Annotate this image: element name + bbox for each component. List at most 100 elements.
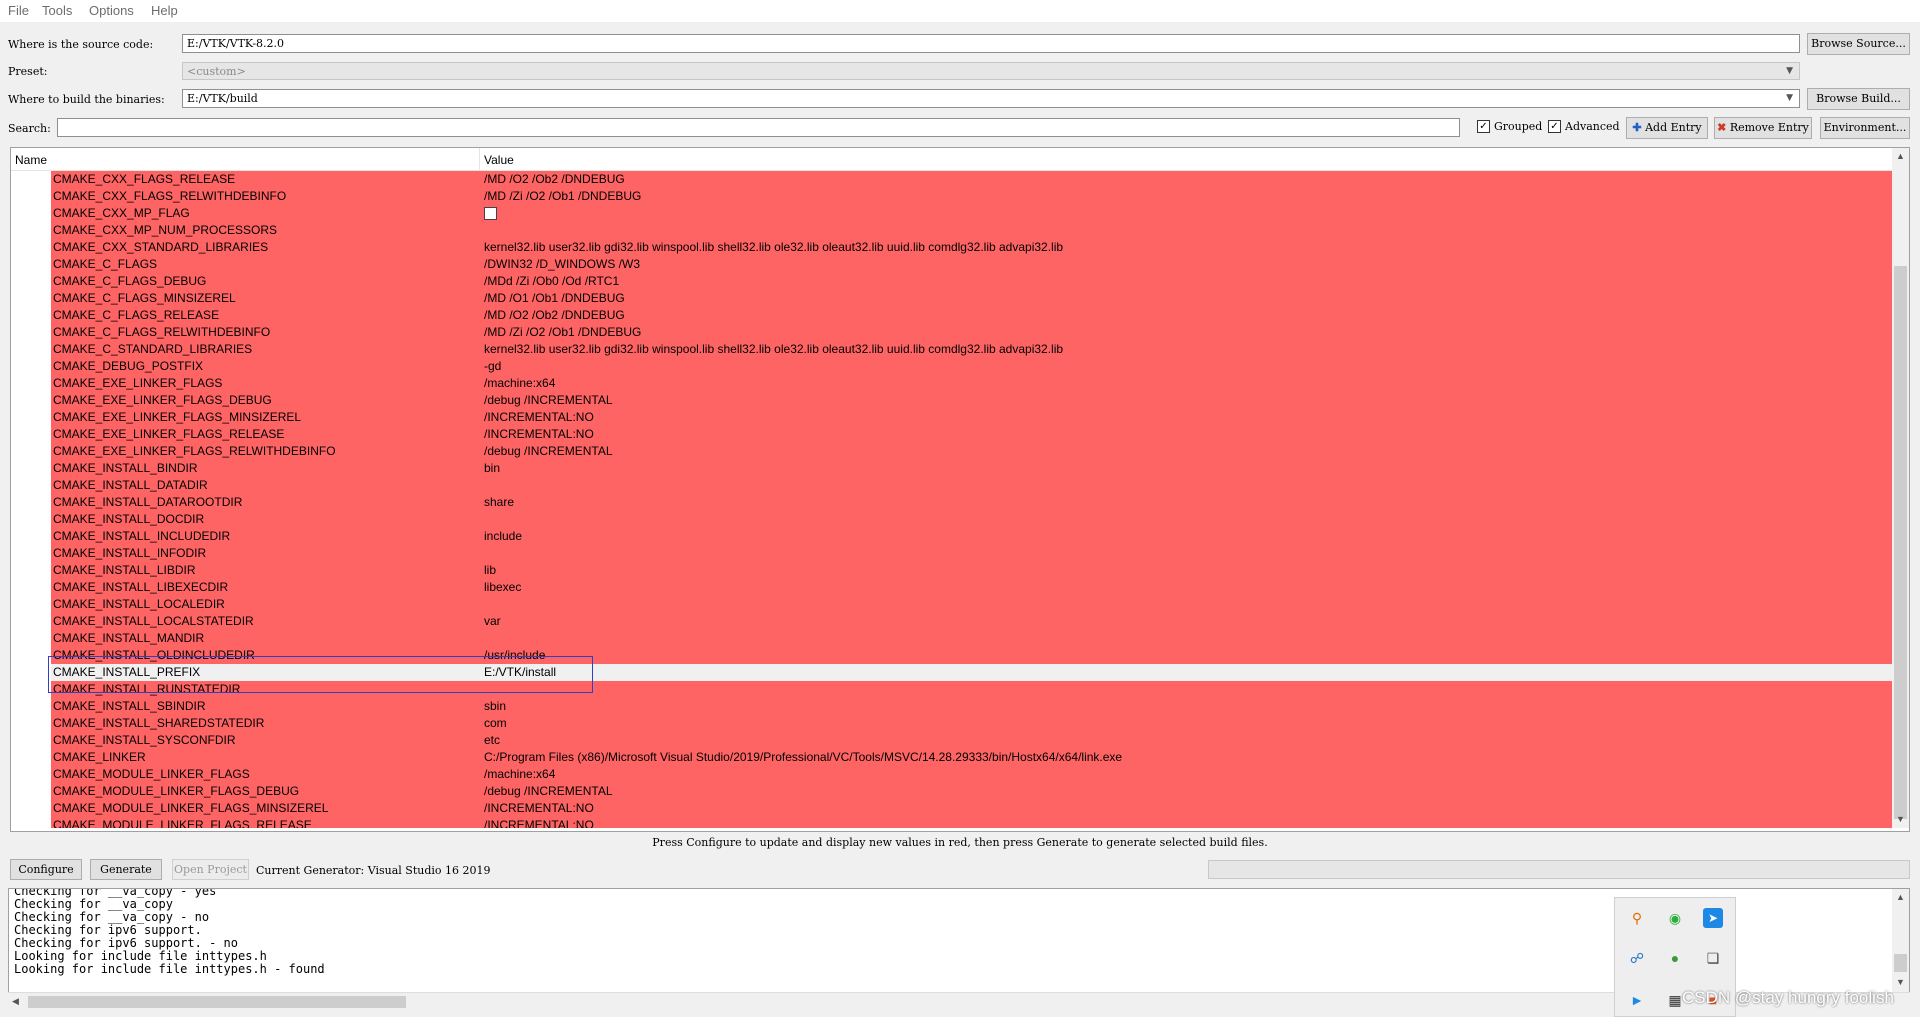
table-row[interactable]: CMAKE_C_STANDARD_LIBRARIES kernel32.lib u… xyxy=(11,341,1893,358)
table-row[interactable]: CMAKE_INSTALL_LIBEXECDIR libexec xyxy=(11,579,1893,596)
table-row[interactable]: CMAKE_C_FLAGS_RELWITHDEBINFO/MD /Zi /O2 … xyxy=(11,324,1893,341)
table-row[interactable]: CMAKE_INSTALL_LIBDIR lib xyxy=(11,562,1893,579)
table-row[interactable]: CMAKE_INSTALL_INCLUDEDIR include xyxy=(11,528,1893,545)
cache-entry-value[interactable]: /MD /Zi /O2 /Ob1 /DNDEBUG xyxy=(484,189,641,203)
table-row[interactable]: CMAKE_INSTALL_SYSCONFDIR etc xyxy=(11,732,1893,749)
cache-entry-value[interactable]: etc xyxy=(484,733,500,747)
cache-entry-value[interactable]: /INCREMENTAL:NO xyxy=(484,427,594,441)
table-row[interactable]: CMAKE_INSTALL_DOCDIR xyxy=(11,511,1893,528)
cache-entry-value[interactable]: var xyxy=(484,614,501,628)
output-vertical-scrollbar[interactable]: ▲ ▼ xyxy=(1892,889,1909,992)
scrollbar-thumb[interactable] xyxy=(28,996,406,1008)
cache-entry-value[interactable]: /MDd /Zi /Ob0 /Od /RTC1 xyxy=(484,274,619,288)
cache-entry-value[interactable]: /machine:x64 xyxy=(484,767,555,781)
cache-entry-value[interactable]: kernel32.lib user32.lib gdi32.lib winspo… xyxy=(484,342,1063,356)
cache-entry-value[interactable]: kernel32.lib user32.lib gdi32.lib winspo… xyxy=(484,240,1063,254)
scrollbar-thumb[interactable] xyxy=(1894,954,1907,972)
table-row[interactable]: CMAKE_INSTALL_DATAROOTDIR share xyxy=(11,494,1893,511)
table-row[interactable]: CMAKE_MODULE_LINKER_FLAGS_DEBUG/debug /I… xyxy=(11,783,1893,800)
column-header-value[interactable]: Value xyxy=(484,153,514,167)
environment-button[interactable]: Environment... xyxy=(1820,117,1910,139)
menu-tools[interactable]: Tools xyxy=(42,3,72,18)
cache-entry-value[interactable]: /MD /O1 /Ob1 /DNDEBUG xyxy=(484,291,625,305)
cache-entry-value[interactable]: lib xyxy=(484,563,496,577)
table-row[interactable]: CMAKE_MODULE_LINKER_FLAGS_MINSIZEREL/INC… xyxy=(11,800,1893,817)
table-row[interactable]: CMAKE_CXX_MP_NUM_PROCESSORS xyxy=(11,222,1893,239)
cache-entry-value[interactable]: /INCREMENTAL:NO xyxy=(484,818,594,828)
cache-entry-value[interactable]: /MD /Zi /O2 /Ob1 /DNDEBUG xyxy=(484,325,641,339)
table-row[interactable]: CMAKE_INSTALL_INFODIR xyxy=(11,545,1893,562)
table-row[interactable]: CMAKE_INSTALL_DATADIR xyxy=(11,477,1893,494)
vertical-scrollbar[interactable]: ▲ ▼ xyxy=(1892,148,1909,828)
search-icon[interactable]: ⚲ xyxy=(1627,908,1647,928)
table-row[interactable]: CMAKE_C_FLAGS_RELEASE/MD /O2 /Ob2 /DNDEB… xyxy=(11,307,1893,324)
cache-entry-value[interactable]: /debug /INCREMENTAL xyxy=(484,444,613,458)
table-row[interactable]: CMAKE_EXE_LINKER_FLAGS_MINSIZEREL/INCREM… xyxy=(11,409,1893,426)
scroll-left-icon[interactable]: ◀ xyxy=(12,996,19,1007)
table-row[interactable]: CMAKE_C_FLAGS/DWIN32 /D_WINDOWS /W3 xyxy=(11,256,1893,273)
add-entry-button[interactable]: ✚ Add Entry xyxy=(1626,117,1708,139)
column-header-name[interactable]: Name xyxy=(15,153,47,167)
source-path-field[interactable]: E:/VTK/VTK-8.2.0 xyxy=(182,34,1800,53)
advanced-checkbox[interactable]: ✓ Advanced xyxy=(1548,120,1620,133)
remove-entry-button[interactable]: ✖ Remove Entry xyxy=(1714,117,1812,139)
scrollbar-thumb[interactable] xyxy=(1894,266,1907,819)
scroll-down-icon[interactable]: ▼ xyxy=(1896,977,1905,987)
scroll-up-icon[interactable]: ▲ xyxy=(1896,892,1905,902)
cache-entry-value[interactable]: com xyxy=(484,716,507,730)
table-row[interactable]: CMAKE_INSTALL_MANDIR xyxy=(11,630,1893,647)
table-row[interactable]: CMAKE_INSTALL_SBINDIR sbin xyxy=(11,698,1893,715)
cache-entry-value[interactable]: share xyxy=(484,495,514,509)
table-row[interactable]: CMAKE_MODULE_LINKER_FLAGS_RELEASE/INCREM… xyxy=(11,817,1893,828)
cache-entry-value[interactable]: sbin xyxy=(484,699,506,713)
chevron-down-icon[interactable]: ▼ xyxy=(1786,93,1793,103)
table-row[interactable]: CMAKE_MODULE_LINKER_FLAGS/machine:x64 xyxy=(11,766,1893,783)
table-row[interactable]: CMAKE_INSTALL_LOCALEDIR xyxy=(11,596,1893,613)
cache-entry-value[interactable]: -gd xyxy=(484,359,501,373)
menu-help[interactable]: Help xyxy=(151,3,178,18)
cache-entry-value[interactable]: include xyxy=(484,529,522,543)
table-row[interactable]: CMAKE_C_FLAGS_MINSIZEREL/MD /O1 /Ob1 /DN… xyxy=(11,290,1893,307)
table-row[interactable]: CMAKE_CXX_FLAGS_RELWITHDEBINFO/MD /Zi /O… xyxy=(11,188,1893,205)
table-row[interactable]: CMAKE_INSTALL_BINDIR bin xyxy=(11,460,1893,477)
table-row[interactable]: CMAKE_CXX_MP_FLAG xyxy=(11,205,1893,222)
thunder-icon[interactable]: ➤ xyxy=(1703,908,1723,928)
cache-entry-value[interactable]: libexec xyxy=(484,580,521,594)
cache-entry-value[interactable]: /MD /O2 /Ob2 /DNDEBUG xyxy=(484,308,625,322)
table-row[interactable]: CMAKE_INSTALL_SHAREDSTATEDIR com xyxy=(11,715,1893,732)
generate-button[interactable]: Generate xyxy=(90,859,162,880)
browse-build-button[interactable]: Browse Build... xyxy=(1807,88,1910,110)
table-row[interactable]: CMAKE_INSTALL_LOCALSTATEDIR var xyxy=(11,613,1893,630)
copy-icon[interactable]: ❏ xyxy=(1703,948,1723,968)
table-row[interactable]: CMAKE_DEBUG_POSTFIX -gd xyxy=(11,358,1893,375)
cache-entry-value[interactable]: bin xyxy=(484,461,500,475)
security-icon[interactable]: ● xyxy=(1665,948,1685,968)
table-row[interactable]: CMAKE_LINKER C:/Program Files (x86)/Micro… xyxy=(11,749,1893,766)
wechat-icon[interactable]: ◉ xyxy=(1665,908,1685,928)
cache-entry-value[interactable]: /machine:x64 xyxy=(484,376,555,390)
cache-entry-value[interactable]: /INCREMENTAL:NO xyxy=(484,801,594,815)
menu-file[interactable]: File xyxy=(8,3,29,18)
feishu-icon[interactable]: ► xyxy=(1627,990,1647,1010)
table-row[interactable]: CMAKE_C_FLAGS_DEBUG/MDd /Zi /Ob0 /Od /RT… xyxy=(11,273,1893,290)
baidu-netdisk-icon[interactable]: ☍ xyxy=(1627,948,1647,968)
table-row[interactable]: CMAKE_EXE_LINKER_FLAGS/machine:x64 xyxy=(11,375,1893,392)
grouped-checkbox[interactable]: ✓ Grouped xyxy=(1477,120,1542,133)
search-input[interactable] xyxy=(57,118,1460,137)
table-row[interactable]: CMAKE_CXX_STANDARD_LIBRARIES kernel32.lib… xyxy=(11,239,1893,256)
table-row[interactable]: CMAKE_EXE_LINKER_FLAGS_DEBUG/debug /INCR… xyxy=(11,392,1893,409)
open-project-button[interactable]: Open Project xyxy=(172,859,249,880)
cache-entry-value[interactable]: /debug /INCREMENTAL xyxy=(484,784,613,798)
cache-entry-value[interactable]: /DWIN32 /D_WINDOWS /W3 xyxy=(484,257,640,271)
cache-entry-value[interactable]: /MD /O2 /Ob2 /DNDEBUG xyxy=(484,172,625,186)
cache-entry-value[interactable]: /debug /INCREMENTAL xyxy=(484,393,613,407)
browse-source-button[interactable]: Browse Source... xyxy=(1807,33,1910,55)
table-row[interactable]: CMAKE_EXE_LINKER_FLAGS_RELEASE/INCREMENT… xyxy=(11,426,1893,443)
menu-options[interactable]: Options xyxy=(89,3,134,18)
scroll-up-icon[interactable]: ▲ xyxy=(1896,151,1905,161)
cache-entry-value[interactable]: C:/Program Files (x86)/Microsoft Visual … xyxy=(484,750,1122,764)
configure-button[interactable]: Configure xyxy=(10,859,82,880)
cache-entry-value[interactable]: /INCREMENTAL:NO xyxy=(484,410,594,424)
scroll-down-icon[interactable]: ▼ xyxy=(1896,814,1905,824)
cache-entry-checkbox[interactable] xyxy=(484,207,497,220)
